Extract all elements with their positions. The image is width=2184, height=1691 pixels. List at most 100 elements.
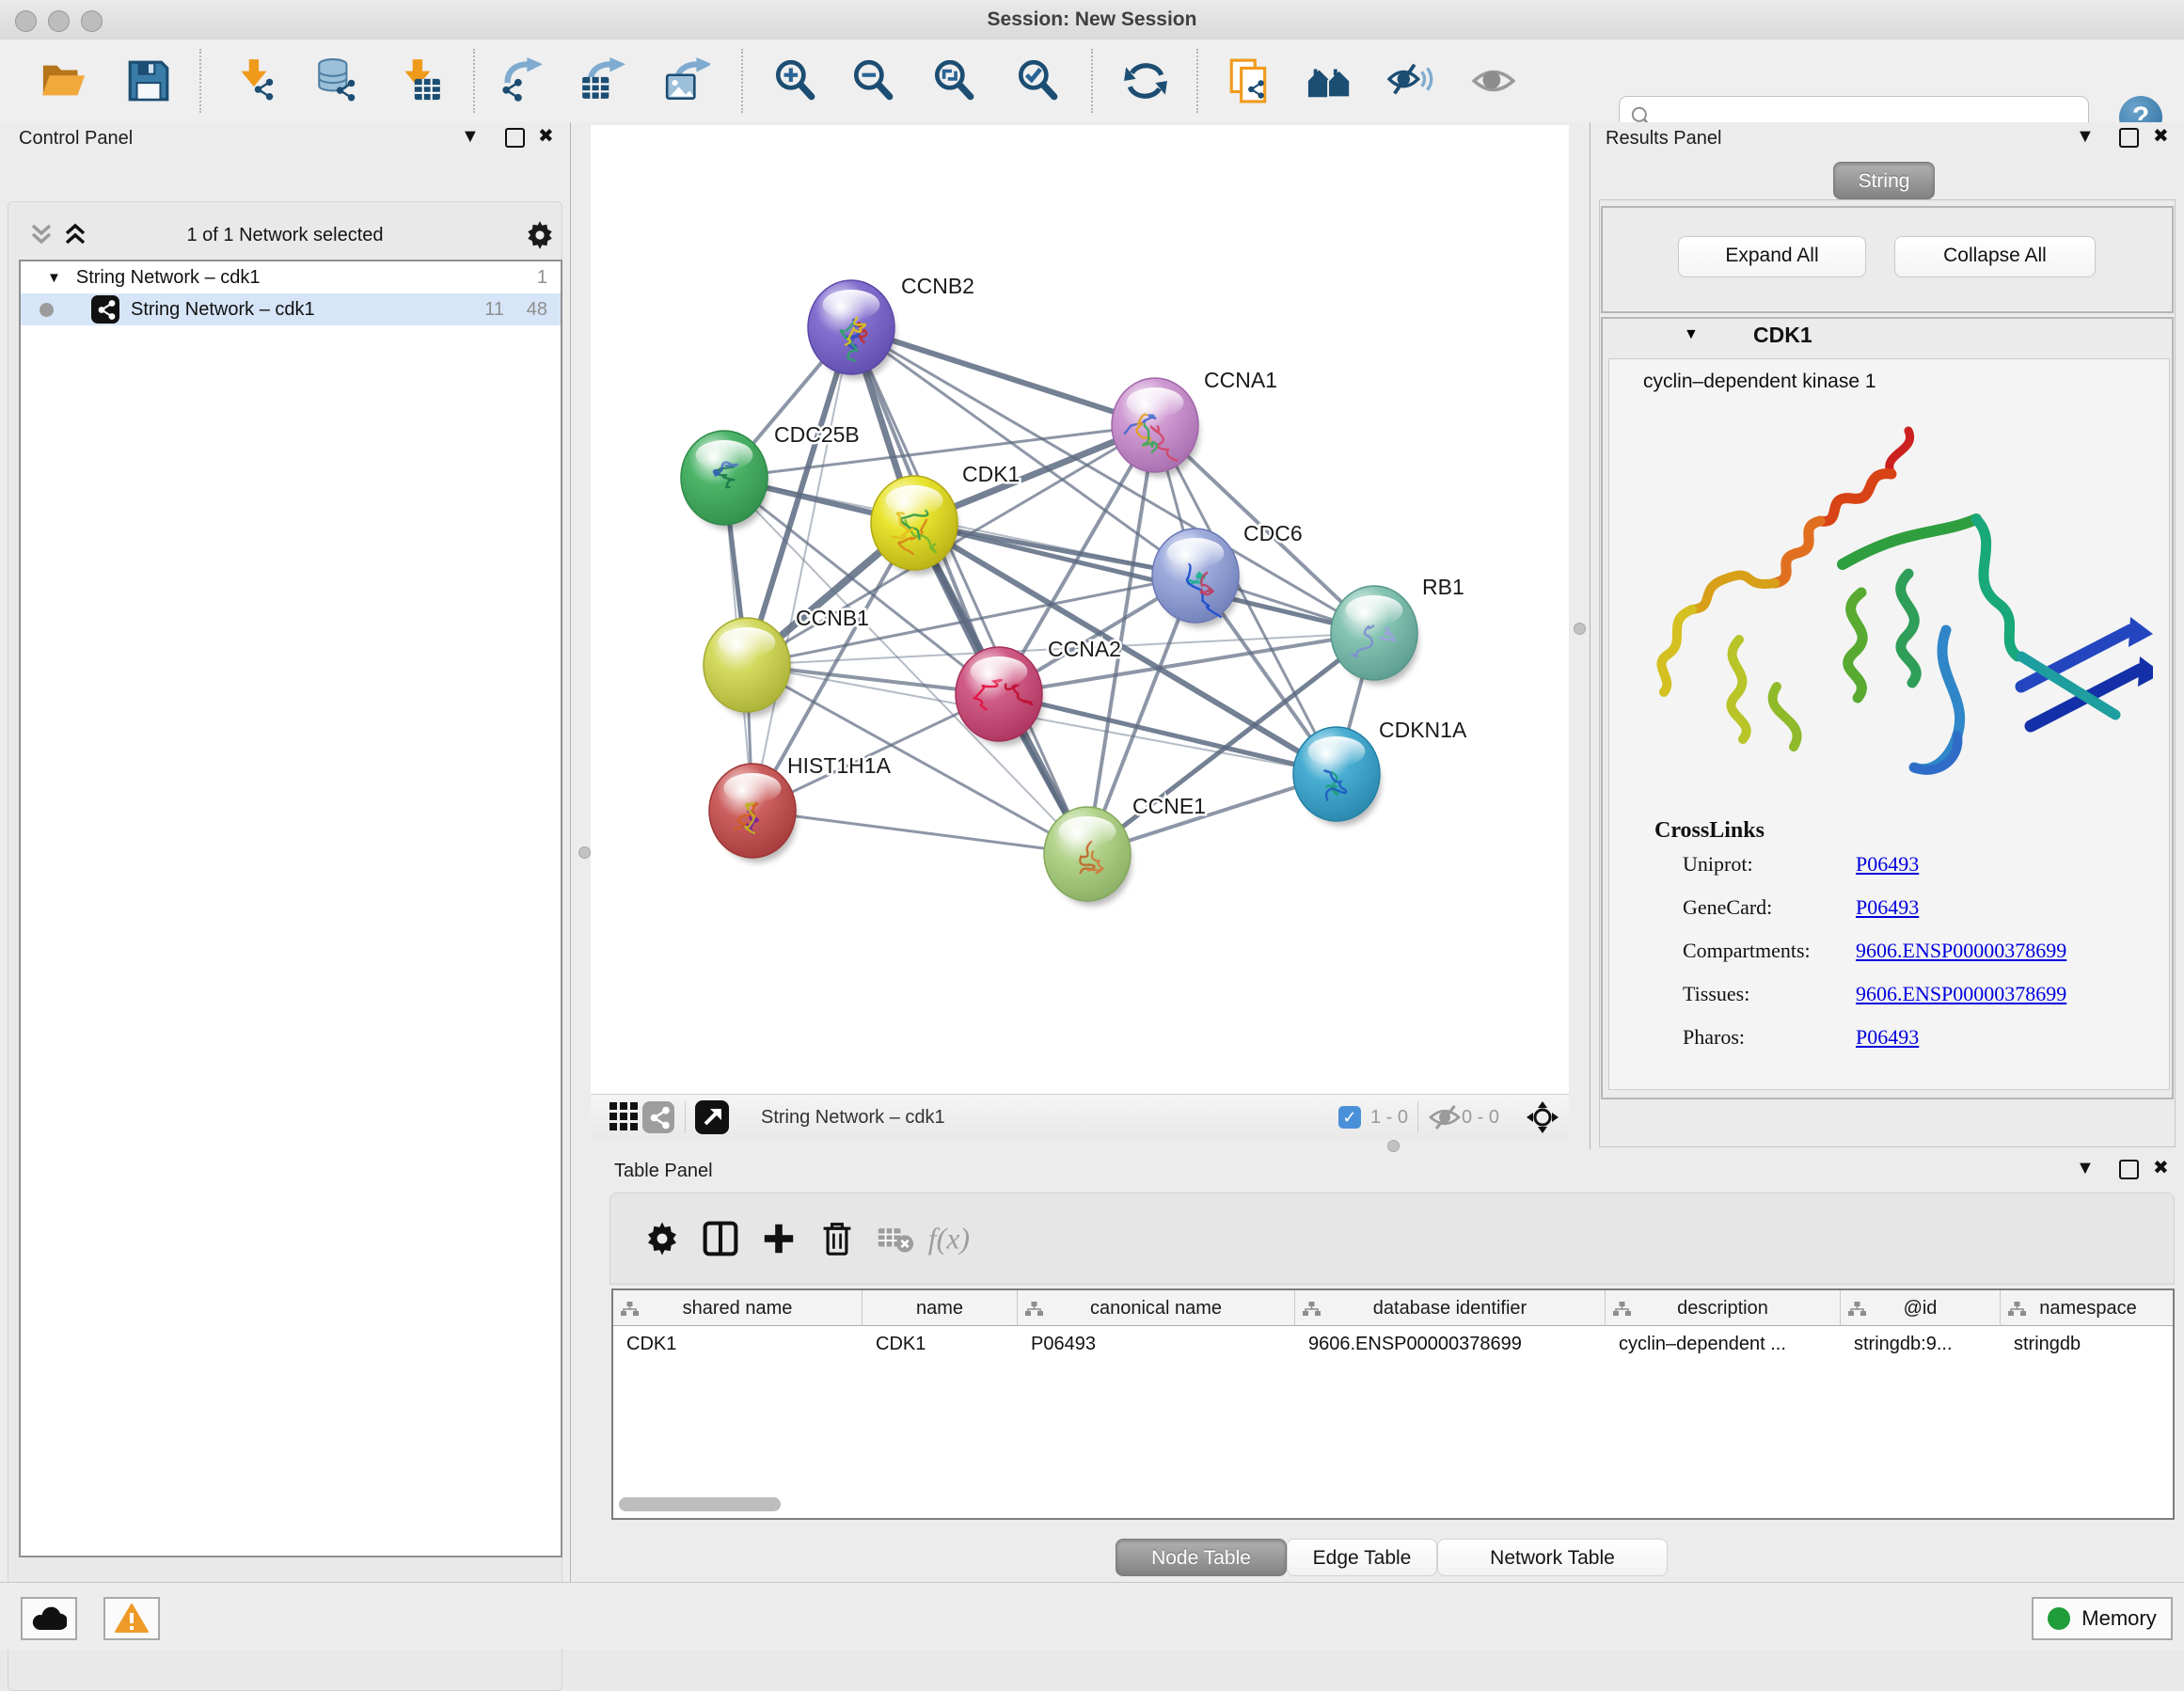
network-row-selected[interactable]: String Network – cdk1 11 48 <box>21 293 561 325</box>
tree-expander-icon[interactable]: ▼ <box>47 270 61 286</box>
toolbar-separator <box>1196 49 1198 113</box>
export-table-icon[interactable] <box>576 53 628 109</box>
protein-description: cyclin–dependent kinase 1 <box>1643 371 1876 393</box>
export-image-icon[interactable] <box>660 53 713 109</box>
protein-detail-card: cyclin–dependent kinase 1 <box>1608 358 2170 1090</box>
add-column-icon[interactable] <box>750 1214 808 1263</box>
birds-eye-view-icon[interactable] <box>695 1100 729 1134</box>
zoom-selected-icon[interactable] <box>1011 53 1064 109</box>
crosslink-link[interactable]: 9606.ENSP00000378699 <box>1856 939 2066 963</box>
zoom-out-icon[interactable] <box>847 53 899 109</box>
clone-network-icon[interactable] <box>1223 53 1275 109</box>
network-node-ccnb1[interactable]: CCNB1 <box>704 606 869 717</box>
hide-panels-icon[interactable] <box>1385 53 1437 109</box>
crosslink-link[interactable]: P06493 <box>1856 895 1919 920</box>
crosslinks-title: CrossLinks <box>1654 818 1765 844</box>
refresh-layout-icon[interactable] <box>1119 53 1172 109</box>
control-panel-float-icon[interactable] <box>505 128 525 148</box>
network-edge[interactable] <box>999 694 1337 774</box>
column-header[interactable]: name <box>863 1290 1018 1326</box>
crosslink-link[interactable]: P06493 <box>1856 1025 1919 1050</box>
warnings-button[interactable] <box>103 1597 160 1640</box>
tab-node-table[interactable]: Node Table <box>1116 1539 1287 1576</box>
crosslink-link[interactable]: 9606.ENSP00000378699 <box>1856 982 2066 1006</box>
collapse-all-button[interactable]: Collapse All <box>1894 236 2096 277</box>
table-panel-close-icon[interactable]: ✖ <box>2153 1159 2169 1177</box>
table-panel: Table Panel ▼ ✖ f(x) shared nameCDK1name… <box>571 1149 2184 1582</box>
table-cell[interactable]: stringdb <box>2001 1326 2175 1362</box>
column-header[interactable]: namespace <box>2001 1290 2175 1326</box>
network-node-hist1h1a[interactable]: HIST1H1A <box>709 753 892 862</box>
grid-view-icon[interactable] <box>608 1100 641 1134</box>
import-network-icon[interactable] <box>229 53 282 109</box>
export-network-icon[interactable] <box>493 53 546 109</box>
svg-text:f(x): f(x) <box>928 1222 970 1255</box>
tab-string[interactable]: String <box>1833 162 1935 199</box>
network-badge-icon[interactable] <box>641 1100 675 1134</box>
memory-button[interactable]: Memory <box>2032 1597 2173 1640</box>
crosslink-link[interactable]: P06493 <box>1856 852 1919 877</box>
table-cell[interactable]: P06493 <box>1018 1326 1295 1362</box>
table-panel-collapse-icon[interactable]: ▼ <box>2076 1159 2095 1177</box>
table-settings-icon[interactable] <box>633 1214 691 1263</box>
table-cell[interactable]: 9606.ENSP00000378699 <box>1295 1326 1606 1362</box>
control-panel-collapse-icon[interactable]: ▼ <box>461 127 480 146</box>
control-panel-close-icon[interactable]: ✖ <box>538 127 554 146</box>
protein-name: CDK1 <box>1753 323 1812 348</box>
tab-network-table[interactable]: Network Table <box>1437 1539 1668 1576</box>
show-columns-icon[interactable] <box>691 1214 750 1263</box>
delete-column-icon[interactable] <box>808 1214 866 1263</box>
network-node-cdkn1a[interactable]: CDKN1A <box>1293 718 1467 826</box>
results-panel-collapse-icon[interactable]: ▼ <box>2076 127 2095 146</box>
import-table-icon[interactable] <box>393 53 446 109</box>
network-collection-row[interactable]: ▼ String Network – cdk1 1 <box>21 261 561 293</box>
network-edge[interactable] <box>752 811 1087 854</box>
column-header[interactable]: description <box>1606 1290 1841 1326</box>
node-table[interactable]: shared nameCDK1nameCDK1canonical nameP06… <box>611 1288 2175 1520</box>
results-panel-close-icon[interactable]: ✖ <box>2153 127 2169 146</box>
table-panel-float-icon[interactable] <box>2119 1160 2139 1179</box>
show-panel-gray-icon[interactable] <box>1467 53 1520 109</box>
table-cell[interactable]: stringdb:9... <box>1841 1326 2001 1362</box>
results-panel-float-icon[interactable] <box>2119 128 2139 148</box>
node-label: RB1 <box>1422 575 1464 599</box>
horizontal-scrollbar-thumb[interactable] <box>619 1497 781 1511</box>
control-panel: Control Panel ▼ ✖ NetworkStyleSelectSets… <box>0 122 571 1582</box>
tab-edge-table[interactable]: Edge Table <box>1287 1539 1437 1576</box>
column-header[interactable]: canonical name <box>1018 1290 1295 1326</box>
zoom-in-icon[interactable] <box>768 53 821 109</box>
title-bar: Session: New Session <box>0 0 2184 40</box>
collection-count: 1 <box>537 267 547 289</box>
open-session-icon[interactable] <box>38 53 90 109</box>
selected-checkbox[interactable]: ✓ <box>1338 1106 1361 1129</box>
network-edge[interactable] <box>851 327 1155 425</box>
right-splitter-handle[interactable] <box>1574 623 1586 635</box>
protein-expander-icon[interactable]: ▼ <box>1684 326 1699 343</box>
fit-selected-icon[interactable] <box>1526 1100 1559 1134</box>
node-label: CDKN1A <box>1379 718 1467 742</box>
network-canvas[interactable]: CCNB2CCNA1CDC25BCDK1CDC6RB1CCNB1CCNA2CDK… <box>591 125 1569 1094</box>
column-header[interactable]: shared name <box>613 1290 863 1326</box>
node-label: CCNA1 <box>1204 368 1277 392</box>
column-header[interactable]: database identifier <box>1295 1290 1606 1326</box>
table-cell[interactable]: CDK1 <box>863 1326 1018 1362</box>
import-database-icon[interactable] <box>310 53 363 109</box>
network-node-rb1[interactable]: RB1 <box>1331 575 1464 685</box>
left-splitter-handle[interactable] <box>578 846 591 859</box>
zoom-fit-icon[interactable] <box>927 53 980 109</box>
table-cell[interactable]: CDK1 <box>613 1326 863 1362</box>
column-header[interactable]: @id <box>1841 1290 2001 1326</box>
cloud-button[interactable] <box>21 1597 77 1640</box>
show-all-panels-icon[interactable] <box>1304 53 1356 109</box>
network-edge[interactable] <box>752 327 851 811</box>
network-options-gear-icon[interactable] <box>524 219 556 256</box>
protein-section: ▼ CDK1 cyclin–dependent kinase 1 <box>1601 317 2174 1099</box>
toolbar-separator <box>1091 49 1093 113</box>
node-label: CCNB1 <box>796 606 869 630</box>
table-panel-title: Table Panel <box>614 1161 713 1182</box>
horizontal-splitter-handle[interactable] <box>1387 1140 1400 1152</box>
table-cell[interactable]: cyclin–dependent ... <box>1606 1326 1841 1362</box>
expand-all-button[interactable]: Expand All <box>1678 236 1866 277</box>
network-node-ccnb2[interactable]: CCNB2 <box>808 274 974 379</box>
save-session-icon[interactable] <box>122 53 175 109</box>
